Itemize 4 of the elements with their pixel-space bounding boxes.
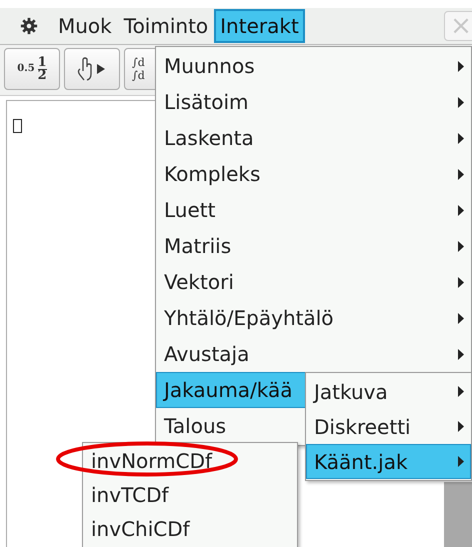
numerator: 1 — [38, 56, 47, 68]
integral-label: ∫d — [132, 69, 145, 82]
decimal-label: 0.5 — [17, 64, 35, 74]
integral-label: ∫d — [132, 56, 145, 69]
